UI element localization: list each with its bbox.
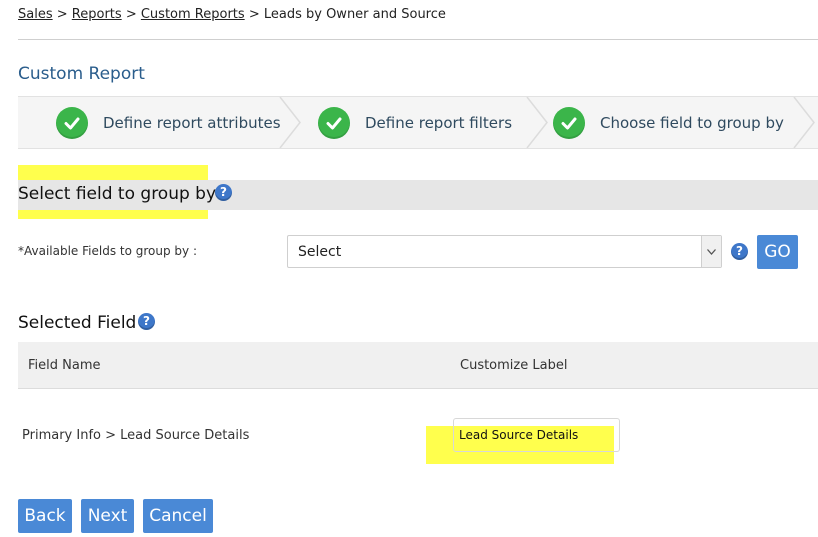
breadcrumb-separator: > [125,7,137,22]
step-arrow-icon [793,97,815,148]
breadcrumb: Sales > Reports > Custom Reports > Leads… [18,7,446,22]
select-value: Select [298,244,342,260]
next-button[interactable]: Next [81,499,134,533]
wizard-step-label: Define report filters [365,113,513,132]
wizard-step-group-by: Choose field to group by [553,97,784,148]
wizard-step-attributes: Define report attributes [56,97,281,148]
column-header-field-name: Field Name [28,358,101,373]
breadcrumb-link-reports[interactable]: Reports [72,7,122,22]
step-arrow-icon [526,97,548,148]
checkmark-icon [553,106,585,139]
help-icon[interactable]: ? [138,313,155,330]
group-field-select[interactable]: Select [287,235,722,268]
checkmark-icon [318,106,350,139]
wizard-steps: Define report attributes Define report f… [18,96,818,149]
breadcrumb-separator: > [56,7,68,22]
breadcrumb-separator: > [248,7,260,22]
field-name-cell: Primary Info > Lead Source Details [22,428,250,443]
checkmark-icon [56,106,88,139]
page-title: Custom Report [18,64,145,84]
step-arrow-icon [279,97,301,148]
breadcrumb-link-custom-reports[interactable]: Custom Reports [141,7,245,22]
breadcrumb-current: Leads by Owner and Source [263,7,446,22]
wizard-step-label: Define report attributes [103,113,281,132]
help-icon[interactable]: ? [215,184,232,201]
chevron-down-icon[interactable] [701,236,721,267]
divider [18,39,818,40]
customize-label-input[interactable] [453,418,620,452]
back-button[interactable]: Back [18,499,72,533]
wizard-step-label: Choose field to group by [600,113,784,132]
column-header-customize-label: Customize Label [460,358,568,373]
wizard-step-filters: Define report filters [318,97,512,148]
section-title-group-by: Select field to group by [18,184,217,204]
group-field-label: *Available Fields to group by : [18,244,197,258]
go-button[interactable]: GO [757,235,798,269]
cancel-button[interactable]: Cancel [143,499,213,533]
table-header: Field Name Customize Label [18,342,818,389]
help-icon[interactable]: ? [731,243,748,260]
breadcrumb-link-sales[interactable]: Sales [18,7,53,22]
section-title-selected-field: Selected Field [18,313,137,333]
